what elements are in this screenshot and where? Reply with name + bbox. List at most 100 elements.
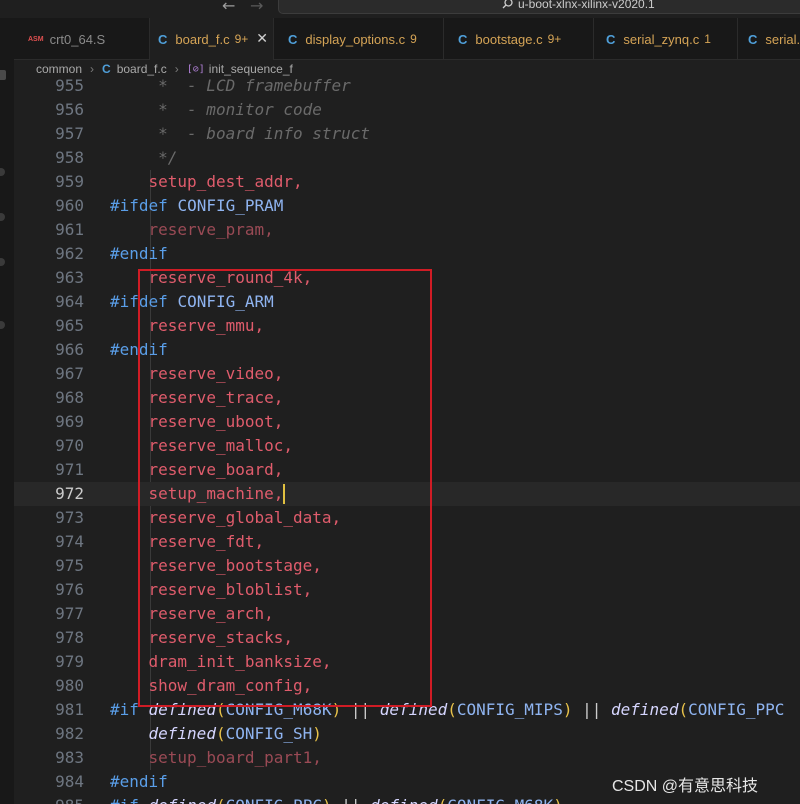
code-text: reserve_malloc, <box>148 436 294 455</box>
c-file-icon: C <box>102 62 111 76</box>
line-number: 979 <box>55 652 84 671</box>
line-number: 974 <box>55 532 84 551</box>
c-file-icon: C <box>606 31 616 47</box>
close-icon[interactable]: ✕ <box>256 31 268 47</box>
code-line[interactable]: 967 reserve_video, <box>14 362 800 386</box>
line-number: 973 <box>55 508 84 527</box>
line-number: 972 <box>55 484 84 503</box>
line-number: 980 <box>55 676 84 695</box>
code-line[interactable]: 980 show_dram_config, <box>14 674 800 698</box>
code-line[interactable]: 970 reserve_malloc, <box>14 434 800 458</box>
line-number: 984 <box>55 772 84 791</box>
back-arrow-icon[interactable]: ← <box>222 0 235 15</box>
code-text: setup_board_part1, <box>148 748 322 767</box>
tab-bootstage-c[interactable]: C bootstage.c 9+ <box>450 18 594 60</box>
code-text: reserve_stacks, <box>148 628 294 647</box>
run-debug-icon[interactable] <box>0 213 5 221</box>
code-line[interactable]: 964 #ifdef CONFIG_ARM <box>14 290 800 314</box>
code-line[interactable]: 969 reserve_uboot, <box>14 410 800 434</box>
code-line[interactable]: 958 */ <box>14 146 800 170</box>
text-cursor <box>283 484 286 504</box>
code-line[interactable]: 979 dram_init_banksize, <box>14 650 800 674</box>
line-number: 970 <box>55 436 84 455</box>
line-number: 982 <box>55 724 84 743</box>
line-number: 963 <box>55 268 84 287</box>
code-text: reserve_arch, <box>148 604 274 623</box>
code-line[interactable]: 968 reserve_trace, <box>14 386 800 410</box>
code-line[interactable]: 974 reserve_fdt, <box>14 530 800 554</box>
workspace-title: u-boot-xlnx-xilinx-v2020.1 <box>518 0 655 11</box>
code-text: reserve_fdt, <box>148 532 265 551</box>
code-line[interactable]: 966 #endif <box>14 338 800 362</box>
code-line[interactable]: 959 setup_dest_addr, <box>14 170 800 194</box>
code-text: setup_dest_addr, <box>148 172 303 191</box>
source-control-icon[interactable] <box>0 168 5 176</box>
code-line[interactable]: 973 reserve_global_data, <box>14 506 800 530</box>
tab-display-options-c[interactable]: C display_options.c 9 <box>280 18 444 60</box>
code-text: reserve_uboot, <box>148 412 284 431</box>
breadcrumb-folder[interactable]: common <box>36 62 82 76</box>
chevron-right-icon: › <box>174 62 179 76</box>
title-bar: ← → u-boot-xlnx-xilinx-v2020.1 <box>0 0 800 18</box>
forward-arrow-icon[interactable]: → <box>250 0 263 15</box>
code-editor[interactable]: 955 * - LCD framebuffer 956 * - monitor cod… <box>14 76 800 804</box>
c-file-icon: C <box>158 31 168 47</box>
breadcrumb-symbol[interactable]: init_sequence_f <box>209 62 293 76</box>
code-text: #endif <box>110 340 168 359</box>
code-text: * - LCD framebuffer <box>158 76 351 95</box>
code-line[interactable]: 983 setup_board_part1, <box>14 746 800 770</box>
code-line[interactable]: 975 reserve_bootstage, <box>14 554 800 578</box>
code-line[interactable]: 960 #ifdef CONFIG_PRAM <box>14 194 800 218</box>
code-line[interactable]: 971 reserve_board, <box>14 458 800 482</box>
explorer-icon[interactable] <box>0 70 6 80</box>
tab-crt0-64-s[interactable]: ASM crt0_64.S <box>20 18 150 60</box>
line-number: 969 <box>55 412 84 431</box>
chevron-right-icon: › <box>90 62 95 76</box>
code-text: reserve_trace, <box>148 388 284 407</box>
code-text: #if defined(CONFIG_M68K) || defined(CONF… <box>110 700 785 719</box>
code-line[interactable]: 982 defined(CONFIG_SH) <box>14 722 800 746</box>
code-line[interactable]: 957 * - board info struct <box>14 122 800 146</box>
line-number: 960 <box>55 196 84 215</box>
tab-serial-c[interactable]: C serial.c <box>740 18 800 60</box>
line-number: 971 <box>55 460 84 479</box>
code-line[interactable]: 981 #if defined(CONFIG_M68K) || defined(C… <box>14 698 800 722</box>
code-text: #ifdef CONFIG_PRAM <box>110 196 284 215</box>
code-text: defined(CONFIG_SH) <box>148 724 322 743</box>
code-text: reserve_pram, <box>148 220 274 239</box>
line-number: 956 <box>55 100 84 119</box>
code-line[interactable]: 972 setup_machine, <box>14 482 800 506</box>
code-text: dram_init_banksize, <box>148 652 332 671</box>
code-line[interactable]: 963 reserve_round_4k, <box>14 266 800 290</box>
tab-board-f-c[interactable]: C board_f.c 9+ ✕ <box>150 18 274 60</box>
code-line[interactable]: 962 #endif <box>14 242 800 266</box>
tab-serial-zynq-c[interactable]: C serial_zynq.c 1 <box>598 18 738 60</box>
line-number: 978 <box>55 628 84 647</box>
remote-icon[interactable] <box>0 321 5 329</box>
code-line[interactable]: 977 reserve_arch, <box>14 602 800 626</box>
code-text: reserve_round_4k, <box>148 268 313 287</box>
line-number: 981 <box>55 700 84 719</box>
watermark: CSDN @有意思科技 <box>612 778 759 795</box>
line-number: 961 <box>55 220 84 239</box>
line-number: 966 <box>55 340 84 359</box>
code-text: reserve_bloblist, <box>148 580 313 599</box>
code-line[interactable]: 961 reserve_pram, <box>14 218 800 242</box>
code-line[interactable]: 965 reserve_mmu, <box>14 314 800 338</box>
code-text: reserve_global_data, <box>148 508 342 527</box>
code-text: #ifdef CONFIG_ARM <box>110 292 274 311</box>
c-file-icon: C <box>458 31 468 47</box>
asm-file-icon: ASM <box>28 35 44 43</box>
editor-tabs: ASM crt0_64.S C board_f.c 9+ ✕ C display… <box>14 18 800 60</box>
line-number: 962 <box>55 244 84 263</box>
code-text: #endif <box>110 772 168 791</box>
code-line[interactable]: 956 * - monitor code <box>14 98 800 122</box>
code-line[interactable]: 955 * - LCD framebuffer <box>14 76 800 98</box>
breadcrumb-file[interactable]: board_f.c <box>117 62 167 76</box>
code-line[interactable]: 978 reserve_stacks, <box>14 626 800 650</box>
code-text: * - board info struct <box>158 124 371 143</box>
extensions-icon[interactable] <box>0 258 5 266</box>
code-line[interactable]: 976 reserve_bloblist, <box>14 578 800 602</box>
problem-count-badge: 1 <box>704 32 711 46</box>
problem-count-badge: 9+ <box>234 32 249 46</box>
